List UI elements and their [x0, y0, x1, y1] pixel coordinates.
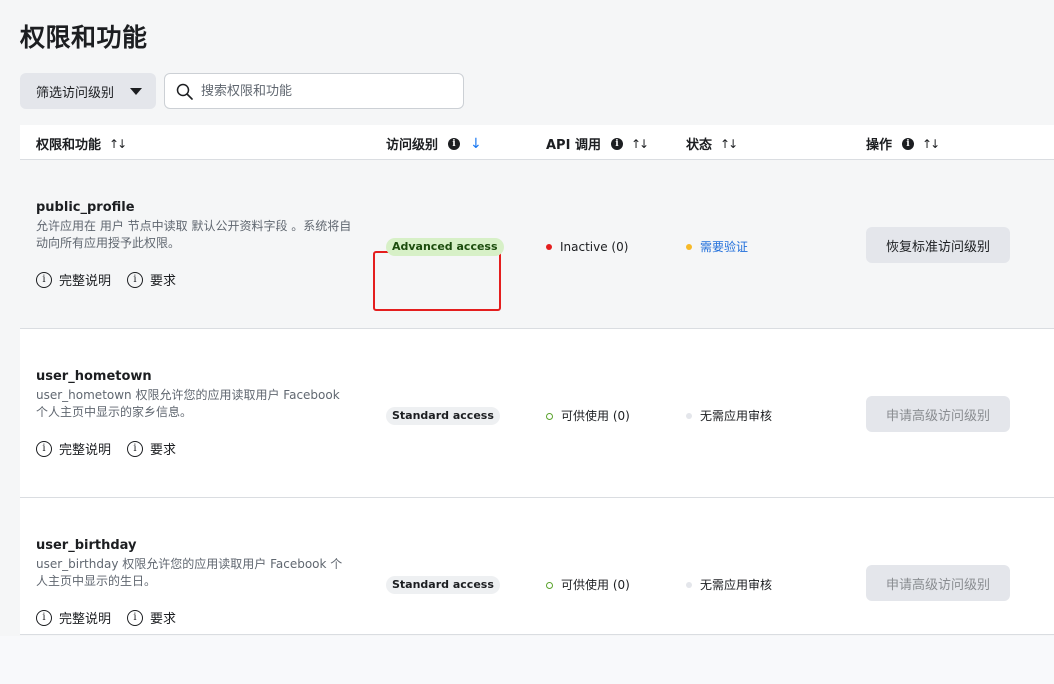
request-advanced-access-button[interactable]: 申请高级访问级别 [866, 565, 1010, 601]
col-header-permission[interactable]: 权限和功能 ↑↓ [36, 134, 127, 154]
search-icon [176, 83, 193, 100]
permission-description: 允许应用在 用户 节点中读取 默认公开资料字段 。系统将自动向所有应用授予此权限… [36, 219, 352, 250]
info-circle-icon: i [36, 440, 52, 457]
col-header-permission-label: 权限和功能 [36, 138, 102, 153]
search-box[interactable] [164, 73, 464, 109]
status-dot-icon [546, 581, 553, 589]
sort-icon[interactable]: ↑↓ [922, 137, 940, 151]
col-header-action-label: 操作 [866, 138, 893, 153]
page: 权限和功能 筛选访问级别 权限和功能 ↑↓ 访问级别 i ↓ API 调用 i [0, 0, 1054, 684]
api-calls: Inactive (0) [546, 238, 628, 256]
col-header-api[interactable]: API 调用 i ↑↓ [546, 134, 649, 154]
col-header-status-label: 状态 [686, 138, 713, 153]
requirements-link[interactable]: i 要求 [127, 608, 176, 627]
search-input[interactable] [201, 80, 451, 102]
status-dot-icon [686, 413, 692, 419]
access-level-badge: Advanced access [386, 238, 504, 256]
permission-links: i 完整说明 i 要求 [36, 270, 176, 289]
permissions-table: 权限和功能 ↑↓ 访问级别 i ↓ API 调用 i ↑↓ 状态 ↑↓ 操作 i… [20, 125, 1054, 635]
info-icon[interactable]: i [448, 137, 461, 150]
full-description-link[interactable]: i 完整说明 [36, 439, 111, 458]
status-dot-icon [686, 582, 692, 588]
info-icon[interactable]: i [610, 137, 623, 150]
caret-down-icon [130, 88, 142, 95]
requirements-label: 要求 [150, 612, 177, 627]
requirements-link[interactable]: i 要求 [127, 439, 176, 458]
filter-access-level-dropdown[interactable]: 筛选访问级别 [20, 73, 156, 109]
full-description-label: 完整说明 [59, 274, 112, 289]
status-text: 无需应用审核 [700, 409, 773, 423]
col-header-status[interactable]: 状态 ↑↓ [686, 134, 738, 154]
access-level-badge: Standard access [386, 576, 500, 594]
col-header-access-label: 访问级别 [386, 138, 439, 153]
permission-description: user_hometown 权限允许您的应用读取用户 Facebook 个人主页… [36, 388, 340, 419]
status: 无需应用审核 [686, 407, 772, 425]
status: 无需应用审核 [686, 576, 772, 594]
status-link[interactable]: 需要验证 [700, 238, 748, 256]
highlight-box [373, 251, 501, 311]
requirements-link[interactable]: i 要求 [127, 270, 176, 289]
api-calls-text: Inactive (0) [560, 240, 629, 254]
sort-descending-icon[interactable]: ↓ [470, 136, 482, 152]
full-description-label: 完整说明 [59, 443, 112, 458]
sort-icon[interactable]: ↑↓ [720, 137, 738, 151]
filter-label: 筛选访问级别 [36, 85, 115, 101]
info-icon[interactable]: i [902, 137, 915, 150]
access-level-badge: Standard access [386, 407, 500, 425]
api-calls-text: 可供使用 (0) [561, 409, 630, 423]
info-circle-icon: i [36, 609, 52, 626]
full-description-label: 完整说明 [59, 612, 112, 627]
requirements-label: 要求 [150, 274, 177, 289]
permission-name: public_profile [36, 200, 135, 215]
full-description-link[interactable]: i 完整说明 [36, 270, 111, 289]
permission-links: i 完整说明 i 要求 [36, 439, 176, 458]
status-dot-icon [686, 244, 692, 250]
api-calls: 可供使用 (0) [546, 407, 630, 425]
permission-name: user_birthday [36, 538, 137, 553]
col-header-access[interactable]: 访问级别 i ↓ [386, 134, 482, 154]
status-text: 无需应用审核 [700, 578, 773, 592]
requirements-label: 要求 [150, 443, 177, 458]
sort-icon[interactable]: ↑↓ [631, 137, 649, 151]
permission-name: user_hometown [36, 369, 152, 384]
table-row: public_profile 允许应用在 用户 节点中读取 默认公开资料字段 。… [20, 160, 1054, 329]
revert-standard-access-button[interactable]: 恢复标准访问级别 [866, 227, 1010, 263]
sort-icon[interactable]: ↑↓ [109, 137, 127, 151]
footer-area [0, 636, 1054, 684]
status: 需要验证 [686, 238, 748, 256]
table-header: 权限和功能 ↑↓ 访问级别 i ↓ API 调用 i ↑↓ 状态 ↑↓ 操作 i… [20, 125, 1054, 160]
status-dot-icon [546, 412, 553, 420]
page-title: 权限和功能 [20, 23, 148, 52]
info-circle-icon: i [127, 609, 144, 626]
table-row: user_hometown user_hometown 权限允许您的应用读取用户… [20, 329, 1054, 498]
api-calls-text: 可供使用 (0) [561, 578, 630, 592]
api-calls: 可供使用 (0) [546, 576, 630, 594]
full-description-link[interactable]: i 完整说明 [36, 608, 111, 627]
table-row: user_birthday user_birthday 权限允许您的应用读取用户… [20, 498, 1054, 635]
status-dot-icon [546, 244, 552, 250]
info-circle-icon: i [36, 271, 52, 288]
col-header-api-label: API 调用 [546, 138, 601, 153]
info-circle-icon: i [127, 271, 144, 288]
permission-links: i 完整说明 i 要求 [36, 608, 176, 627]
request-advanced-access-button[interactable]: 申请高级访问级别 [866, 396, 1010, 432]
info-circle-icon: i [127, 440, 144, 457]
col-header-action[interactable]: 操作 i ↑↓ [866, 134, 940, 154]
permission-description: user_birthday 权限允许您的应用读取用户 Facebook 个人主页… [36, 557, 343, 588]
